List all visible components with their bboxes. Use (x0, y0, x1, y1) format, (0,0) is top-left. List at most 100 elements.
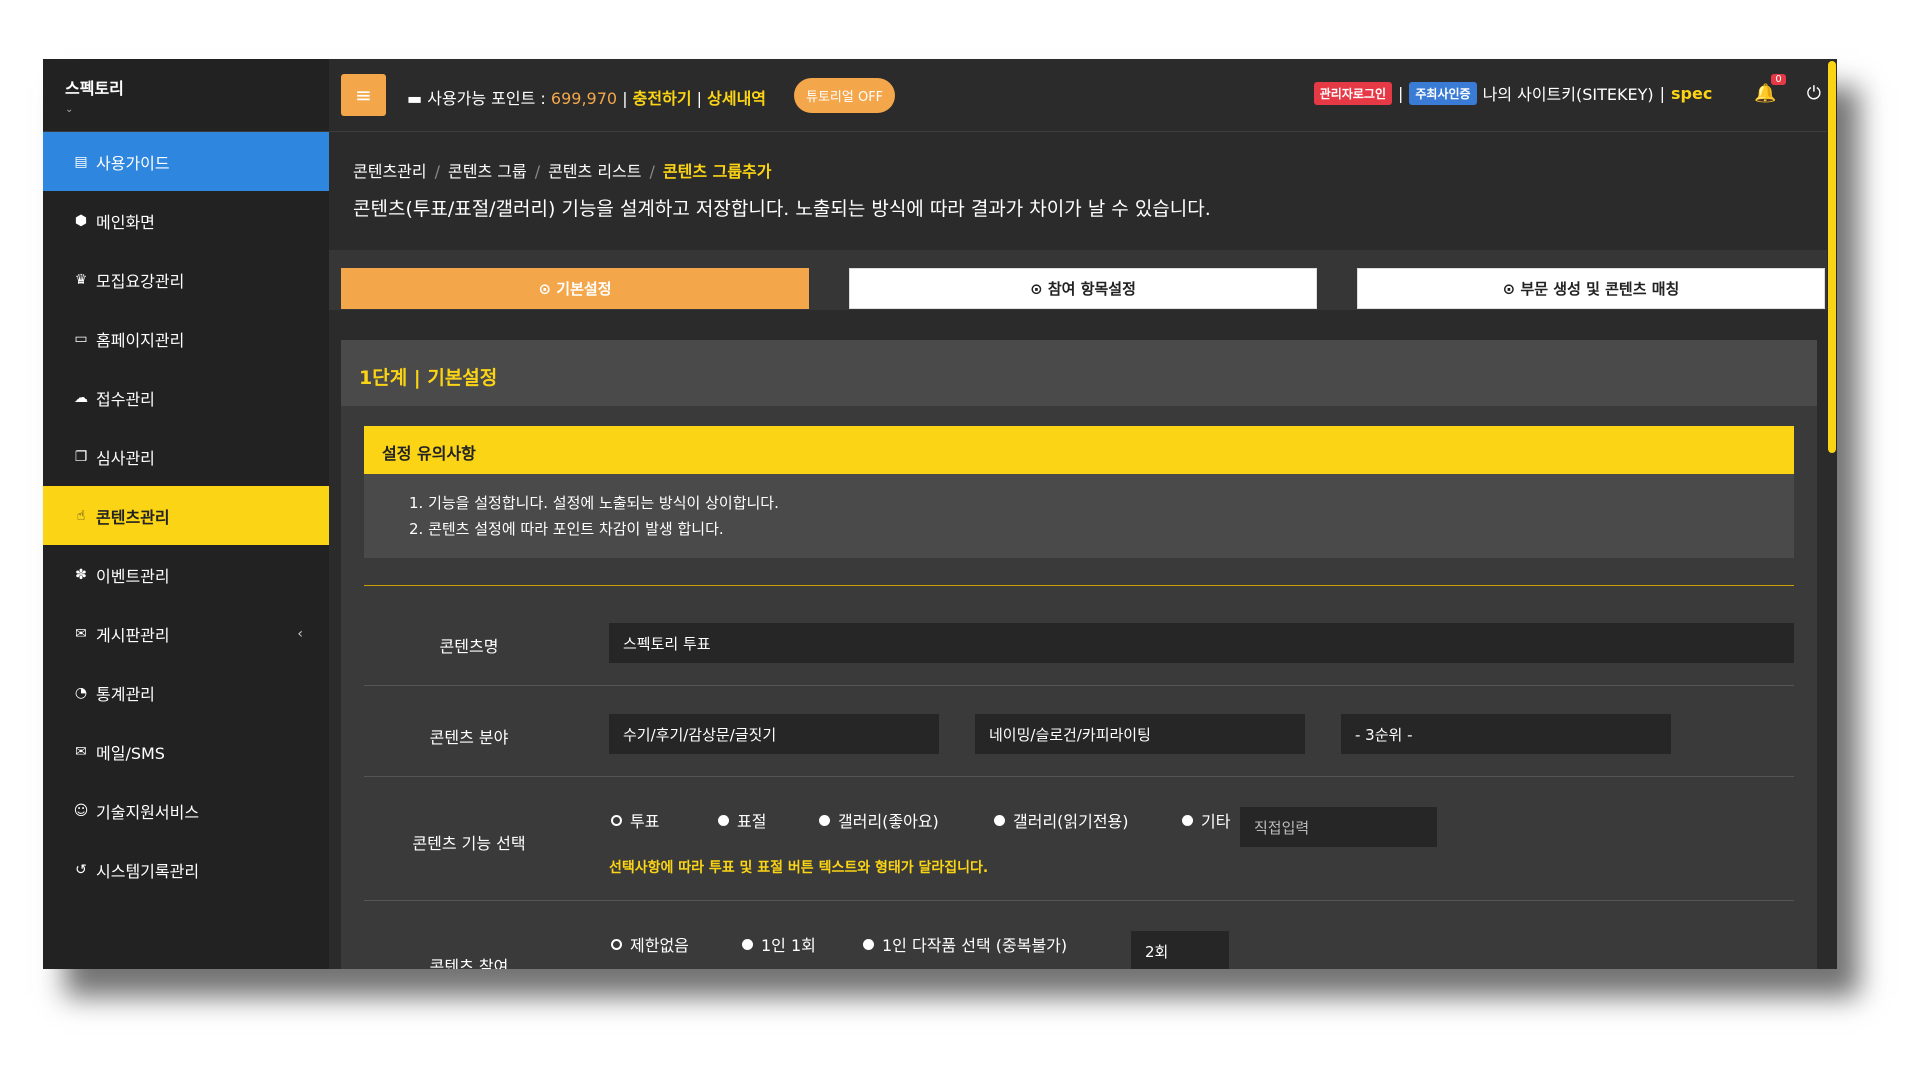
radio-vote[interactable]: 투표 (611, 808, 718, 832)
breadcrumb-item[interactable]: 콘텐츠관리 (353, 162, 427, 181)
radio-label: 1인 다작품 선택 (중복불가) (882, 936, 1068, 955)
tab-participation-settings[interactable]: ⊙ 참여 항목설정 (849, 268, 1317, 309)
breadcrumb-divider: / (534, 162, 541, 181)
sidebar-item-label: 메일/SMS (96, 743, 165, 763)
sidebar-item-support[interactable]: ☺ 기술지원서비스 (43, 781, 329, 840)
radio-label: 제한없음 (630, 936, 689, 955)
radio-other[interactable]: 기타 (1182, 808, 1248, 832)
divider (364, 585, 1794, 586)
radio-label: 갤러리(읽기전용) (1013, 812, 1129, 831)
function-hint: 선택사항에 따라 투표 및 표절 버튼 텍스트와 형태가 달라집니다. (609, 860, 989, 876)
radio-gallery-like[interactable]: 갤러리(좋아요) (819, 808, 994, 832)
detail-link[interactable]: 상세내역 (707, 89, 766, 108)
content-function-label: 콘텐츠 기능 선택 (412, 834, 526, 853)
content-field-select-1[interactable]: 수기/후기/감상문/글짓기 (609, 714, 939, 754)
points-label: 사용가능 포인트 : (427, 89, 546, 108)
sidebar-item-board[interactable]: ✉ 게시판관리 ‹ (43, 604, 329, 663)
pie-chart-icon: ◔ (74, 684, 88, 701)
thumbs-up-icon: ☝ (76, 507, 86, 524)
sidebar-item-label: 심사관리 (96, 448, 155, 468)
content-field-select-2[interactable]: 네이밍/슬로건/카피라이팅 (975, 714, 1305, 754)
radio-multi-entry[interactable]: 1인 다작품 선택 (중복불가) (863, 932, 1067, 956)
sidebar-item-homepage[interactable]: ▭ 홈페이지관리 (43, 309, 329, 368)
host-auth-badge[interactable]: 주최사인증 (1409, 81, 1477, 105)
content-name-label: 콘텐츠명 (439, 637, 499, 656)
sidebar-item-label: 사용가이드 (96, 153, 170, 173)
notice-title: 설정 유의사항 (364, 426, 1794, 474)
divider (364, 900, 1794, 901)
step-tabs: ⊙ 기본설정 ⊙ 참여 항목설정 ⊙ 부문 생성 및 콘텐츠 매칭 (329, 250, 1837, 310)
sitekey-value: spec (1671, 83, 1713, 103)
credit-card-icon: ▬ (407, 89, 423, 108)
breadcrumb-item[interactable]: 콘텐츠 리스트 (548, 162, 641, 181)
charge-link[interactable]: 충전하기 (633, 89, 692, 108)
sidebar-item-review[interactable]: ❐ 심사관리 (43, 427, 329, 486)
chevron-left-icon[interactable]: ‹ (297, 626, 303, 642)
history-icon: ↺ (75, 861, 87, 878)
notice-body: 1. 기능을 설정합니다. 설정에 노출되는 방식이 상이합니다. 2. 콘텐츠… (364, 474, 1794, 558)
tab-section-matching[interactable]: ⊙ 부문 생성 및 콘텐츠 매칭 (1357, 268, 1825, 309)
hamburger-icon: ≡ (355, 83, 372, 107)
brand-name: 스펙토리 (65, 79, 124, 98)
breadcrumb-item[interactable]: 콘텐츠 그룹 (448, 162, 527, 181)
separator: | (1398, 83, 1404, 103)
sidebar-item-label: 메인화면 (96, 212, 155, 232)
content-name-input[interactable]: 스펙토리 투표 (609, 623, 1794, 663)
sidebar-item-label: 기술지원서비스 (96, 802, 200, 822)
radio-icon (863, 938, 874, 950)
sidebar-item-label: 콘텐츠관리 (96, 507, 170, 527)
content-field-select-3[interactable]: - 3순위 - (1341, 714, 1671, 754)
hamburger-menu-button[interactable]: ≡ (341, 74, 386, 116)
radio-selected-icon (611, 938, 622, 950)
sidebar-item-syslog[interactable]: ↺ 시스템기록관리 (43, 840, 329, 899)
top-right-info: 관리자로그인 | 주최사인증 나의 사이트키(SITEKEY) | spec 🔔… (1313, 73, 1821, 105)
points-separator: | (622, 89, 628, 108)
points-separator: | (696, 89, 703, 108)
breadcrumb-divider: / (434, 162, 440, 181)
breadcrumb-current: 콘텐츠 그룹추가 (662, 162, 772, 181)
sidebar-item-label: 홈페이지관리 (96, 330, 185, 350)
sidebar-item-label: 시스템기록관리 (96, 861, 200, 881)
radio-gallery-readonly[interactable]: 갤러리(읽기전용) (994, 808, 1182, 832)
tutorial-toggle-button[interactable]: 튜토리얼 OFF (794, 78, 896, 113)
points-info: ▬ 사용가능 포인트 : 699,970 | 충전하기 | 상세내역 (407, 85, 766, 109)
scrollbar-thumb[interactable] (1828, 61, 1836, 453)
radio-plagiarism[interactable]: 표절 (718, 808, 819, 832)
smile-icon: ☺ (73, 802, 89, 819)
cube-icon: ⬢ (74, 212, 88, 229)
desktop-icon: ▭ (74, 330, 88, 347)
radio-icon (819, 814, 830, 826)
main-content: 콘텐츠관리 / 콘텐츠 그룹 / 콘텐츠 리스트 / 콘텐츠 그룹추가 콘텐츠(투표/표절/… (329, 132, 1837, 969)
radio-label: 기타 (1201, 812, 1231, 831)
sidebar-item-submission[interactable]: ☁ 접수관리 (43, 368, 329, 427)
sidebar-item-content[interactable]: ☝ 콘텐츠관리 (43, 486, 329, 545)
sidebar-item-label: 게시판관리 (96, 625, 170, 645)
brand-caret-icon[interactable]: ⌄ (65, 104, 329, 115)
function-custom-input[interactable]: 직접입력 (1240, 807, 1437, 847)
brand[interactable]: 스펙토리 ⌄ (43, 59, 329, 132)
sidebar-item-stats[interactable]: ◔ 통계관리 (43, 663, 329, 722)
sidebar-item-event[interactable]: ✽ 이벤트관리 (43, 545, 329, 604)
gift-icon: ✽ (75, 566, 87, 583)
tab-basic-settings[interactable]: ⊙ 기본설정 (341, 268, 809, 309)
bell-icon[interactable]: 🔔 0 (1754, 73, 1786, 104)
radio-once-per-person[interactable]: 1인 1회 (742, 932, 863, 956)
radio-icon (742, 938, 753, 950)
radio-icon (994, 814, 1005, 826)
radio-label: 1인 1회 (761, 936, 816, 955)
sidebar-item-label: 모집요강관리 (96, 271, 185, 291)
notice-item: 1. 기능을 설정합니다. 설정에 노출되는 방식이 상이합니다. (409, 494, 779, 512)
panel-title: 1단계 | 기본설정 (341, 340, 1817, 406)
sidebar-item-mail[interactable]: ✉ 메일/SMS (43, 722, 329, 781)
sidebar-item-recruit[interactable]: ♛ 모집요강관리 (43, 250, 329, 309)
scrollbar[interactable] (1827, 59, 1837, 969)
book-icon: ▤ (74, 153, 88, 170)
settings-panel: 1단계 | 기본설정 설정 유의사항 1. 기능을 설정합니다. 설정에 노출되… (341, 340, 1817, 969)
join-count-input[interactable]: 2회 (1131, 931, 1229, 969)
sidebar-item-guide[interactable]: ▤ 사용가이드 (43, 132, 329, 191)
radio-unlimited[interactable]: 제한없음 (611, 932, 742, 956)
power-icon[interactable]: ⏻ (1807, 83, 1821, 104)
sidebar-item-main[interactable]: ⬢ 메인화면 (43, 191, 329, 250)
radio-label: 표절 (737, 812, 767, 831)
admin-login-badge[interactable]: 관리자로그인 (1313, 81, 1392, 105)
